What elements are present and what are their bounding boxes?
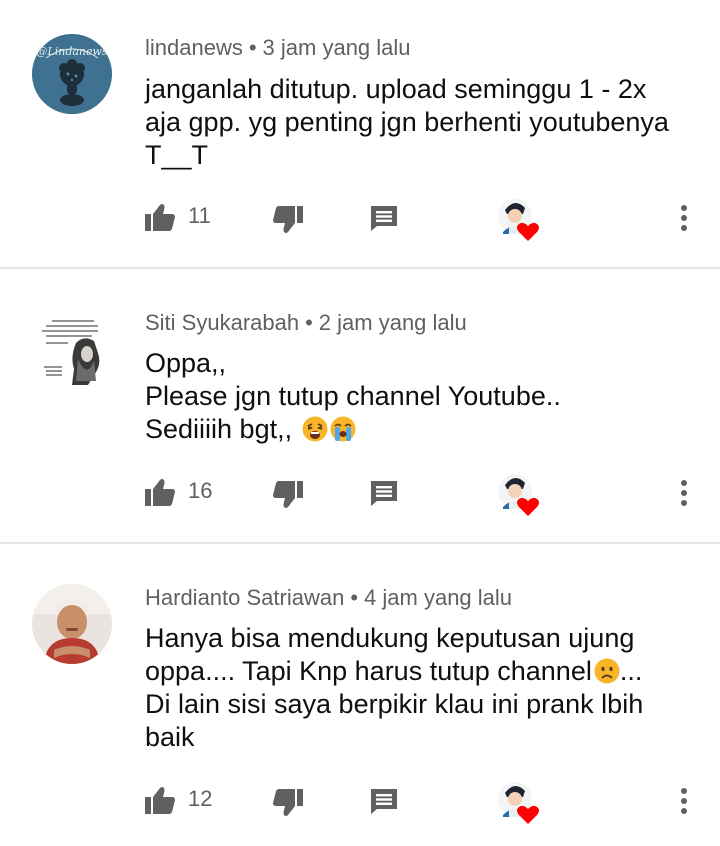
creator-heart-icon [498, 199, 539, 241]
loudly-crying-face-emoji [330, 416, 356, 442]
comment-text: janganlah ditutup. upload seminggu 1 - 2… [145, 73, 695, 172]
comment-line: Please jgn tutup channel Youtube.. [145, 381, 561, 411]
comment-text: Oppa,, Please jgn tutup channel Youtube.… [145, 347, 695, 446]
comment-line: janganlah ditutup. upload seminggu 1 - 2… [145, 74, 647, 104]
comment-line: T__T [145, 140, 209, 170]
meta-separator: • [350, 585, 359, 610]
like-count: 12 [188, 786, 213, 811]
comment-line: aja gpp. yg penting jgn berhenti youtube… [145, 107, 669, 137]
comment-meta: lindanews • 3 jam yang lalu [145, 34, 411, 62]
comment-time[interactable]: 3 jam yang lalu [263, 35, 411, 60]
comment-actions: 11 [0, 198, 720, 241]
thumbs-down-icon[interactable] [272, 788, 304, 818]
comment-time[interactable]: 4 jam yang lalu [364, 585, 512, 610]
avatar[interactable] [32, 309, 112, 389]
more-vertical-icon[interactable] [672, 202, 696, 234]
comment-text: Hanya bisa mendukung keputusan ujung opp… [145, 622, 695, 754]
thumbs-up-icon[interactable] [144, 785, 176, 815]
meta-separator: • [248, 35, 257, 60]
comment-line: Sediiiih bgt,, [145, 414, 293, 444]
author-name[interactable]: lindanews [145, 35, 243, 60]
reply-comment-icon[interactable] [369, 787, 399, 815]
comment-line-with-emoji: oppa.... Tapi Knp harus tutup channel ..… [145, 655, 695, 688]
comment-line: baik [145, 722, 195, 752]
thumbs-down-icon[interactable] [272, 480, 304, 510]
comment-line-suffix: ... [619, 656, 643, 686]
thumbs-up-icon[interactable] [144, 202, 176, 232]
thumbs-down-icon[interactable] [272, 205, 304, 235]
comment-line: Hanya bisa mendukung keputusan ujung [145, 623, 635, 653]
more-vertical-icon[interactable] [672, 477, 696, 509]
creator-heart-icon [498, 782, 539, 824]
avatar-logo-text: @Lindanews [36, 45, 108, 58]
like-count: 16 [188, 478, 213, 503]
thumbs-up-icon[interactable] [144, 477, 176, 507]
worried-face-emoji [594, 658, 620, 684]
author-name[interactable]: Siti Syukarabah [145, 310, 299, 335]
comment-actions: 16 [0, 473, 720, 516]
comment-line: oppa.... Tapi Knp harus tutup channel [145, 656, 592, 686]
person-photo-avatar-icon [32, 584, 112, 664]
comment-line: Oppa,, [145, 348, 227, 378]
reply-comment-icon[interactable] [369, 479, 399, 507]
comment-line-with-emoji: Sediiiih bgt,, [145, 413, 695, 446]
comment-time[interactable]: 2 jam yang lalu [319, 310, 467, 335]
avatar[interactable] [32, 584, 112, 664]
weary-face-emoji [302, 416, 328, 442]
comment-line: Di lain sisi saya berpikir klau ini pran… [145, 689, 644, 719]
avatar[interactable]: @Lindanews [32, 34, 112, 114]
comment-actions: 12 [0, 781, 720, 824]
comment-meta: Siti Syukarabah • 2 jam yang lalu [145, 309, 467, 337]
meta-separator: • [305, 310, 313, 335]
creator-heart-icon [498, 474, 539, 516]
reply-comment-icon[interactable] [369, 204, 399, 232]
cartoon-head-avatar-icon: @Lindanews [32, 34, 112, 114]
more-vertical-icon[interactable] [672, 785, 696, 817]
portrait-quote-avatar-icon [32, 309, 112, 389]
like-count: 11 [188, 203, 211, 228]
author-name[interactable]: Hardianto Satriawan [145, 585, 344, 610]
comment-divider [0, 542, 720, 544]
comment-meta: Hardianto Satriawan • 4 jam yang lalu [145, 584, 512, 612]
comment-divider [0, 267, 720, 269]
